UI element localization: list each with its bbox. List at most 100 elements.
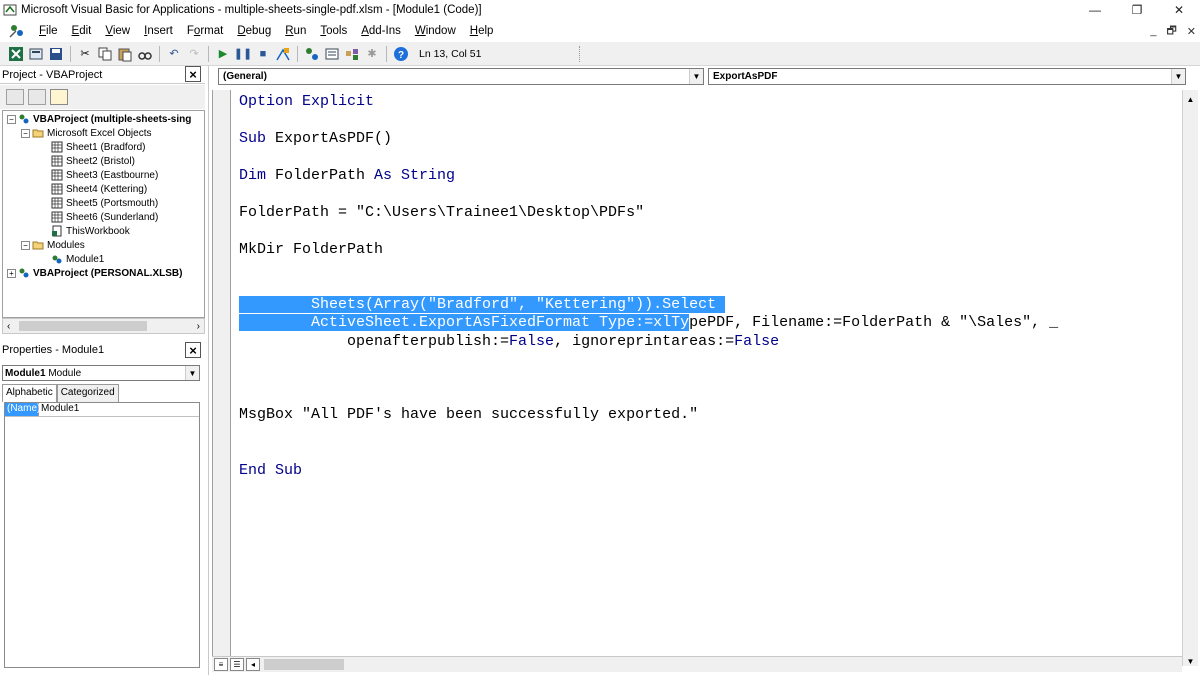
object-browser-icon[interactable] bbox=[344, 46, 360, 62]
child-minimize-button[interactable]: _ bbox=[1150, 25, 1156, 37]
tree-item-excel-objects[interactable]: − Microsoft Excel Objects bbox=[21, 126, 151, 140]
sheet-icon bbox=[51, 183, 63, 195]
standard-toolbar: ✂ ↶ ↷ ▶ ❚❚ ■ ✱ ? Ln 13, Col 51 bbox=[0, 42, 1200, 66]
collapse-icon[interactable]: − bbox=[21, 128, 30, 138]
minimize-button[interactable]: — bbox=[1074, 0, 1116, 20]
scroll-left-icon[interactable]: ◂ bbox=[246, 658, 260, 671]
redo-icon[interactable]: ↷ bbox=[186, 46, 202, 62]
menu-debug[interactable]: Debug bbox=[230, 25, 278, 37]
tree-item-sheet2[interactable]: Sheet2 (Bristol) bbox=[51, 154, 135, 168]
tree-item-modules[interactable]: − Modules bbox=[21, 238, 85, 252]
toolbar-separator bbox=[159, 45, 160, 62]
excel-view-icon[interactable] bbox=[8, 46, 24, 62]
code-line[interactable]: FolderPath = "C:\Users\Trainee1\Desktop\… bbox=[239, 204, 644, 222]
code-window-combos: (General) ▼ ExportAsPDF ▼ bbox=[212, 68, 1200, 86]
code-editor[interactable]: Option Explicit Sub ExportAsPDF() Dim Fo… bbox=[230, 90, 1182, 656]
menu-edit[interactable]: Edit bbox=[65, 25, 99, 37]
insert-module-icon[interactable] bbox=[28, 46, 44, 62]
project-explorer-icon[interactable] bbox=[304, 46, 320, 62]
tree-item-thisworkbook[interactable]: ThisWorkbook bbox=[51, 224, 130, 238]
reset-icon[interactable]: ■ bbox=[255, 46, 271, 62]
break-icon[interactable]: ❚❚ bbox=[234, 46, 252, 62]
tab-categorized[interactable]: Categorized bbox=[56, 384, 119, 402]
restore-button[interactable]: ❐ bbox=[1116, 0, 1158, 20]
code-line-selected[interactable]: ActiveSheet.ExportAsFixedFormat Type:=xl… bbox=[239, 314, 1058, 332]
tree-item-sheet1[interactable]: Sheet1 (Bradford) bbox=[51, 140, 146, 154]
undo-icon[interactable]: ↶ bbox=[166, 46, 182, 62]
chevron-down-icon[interactable]: ▼ bbox=[689, 69, 703, 84]
menu-bar: File Edit View Insert Format Debug Run T… bbox=[0, 20, 1200, 42]
menu-run[interactable]: Run bbox=[278, 25, 313, 37]
save-icon[interactable] bbox=[48, 46, 64, 62]
design-mode-icon[interactable] bbox=[275, 46, 291, 62]
paste-icon[interactable] bbox=[117, 46, 133, 62]
tree-item-sheet6[interactable]: Sheet6 (Sunderland) bbox=[51, 210, 158, 224]
collapse-icon[interactable]: − bbox=[21, 240, 30, 250]
find-icon[interactable] bbox=[137, 46, 153, 62]
tree-item-sheet5[interactable]: Sheet5 (Portsmouth) bbox=[51, 196, 158, 210]
tree-item-personal-xlsb[interactable]: + VBAProject (PERSONAL.XLSB) bbox=[7, 266, 182, 280]
child-restore-button[interactable]: 🗗 bbox=[1166, 22, 1176, 41]
tree-item-sheet4[interactable]: Sheet4 (Kettering) bbox=[51, 182, 147, 196]
code-hscrollbar[interactable]: ≡ ☰ ◂ bbox=[212, 656, 1182, 672]
scroll-thumb[interactable] bbox=[264, 659, 344, 670]
menu-file[interactable]: File bbox=[32, 25, 65, 37]
scroll-thumb[interactable] bbox=[19, 321, 147, 331]
code-vscrollbar[interactable]: ▲ ▼ bbox=[1182, 90, 1198, 666]
properties-window-icon[interactable] bbox=[324, 46, 340, 62]
toolbar-separator bbox=[297, 45, 298, 62]
procedure-select[interactable]: ExportAsPDF ▼ bbox=[708, 68, 1186, 85]
code-line[interactable]: MsgBox "All PDF's have been successfully… bbox=[239, 406, 698, 424]
code-line[interactable]: openafterpublish:=False, ignoreprintarea… bbox=[239, 333, 779, 351]
view-object-icon[interactable] bbox=[28, 89, 46, 105]
scroll-down-icon[interactable]: ▼ bbox=[1185, 656, 1196, 667]
menu-tools[interactable]: Tools bbox=[313, 25, 354, 37]
tree-item-sheet3[interactable]: Sheet3 (Eastbourne) bbox=[51, 168, 158, 182]
cursor-position: Ln 13, Col 51 bbox=[419, 47, 482, 60]
project-tree-hscrollbar[interactable]: ‹ › bbox=[2, 318, 205, 334]
tree-item-module1[interactable]: Module1 bbox=[51, 252, 104, 266]
code-line[interactable]: MkDir FolderPath bbox=[239, 241, 383, 259]
toolbox-icon[interactable]: ✱ bbox=[364, 46, 380, 62]
copy-icon[interactable] bbox=[97, 46, 113, 62]
toolbar-separator bbox=[386, 45, 387, 62]
child-close-button[interactable]: ✕ bbox=[1187, 25, 1196, 38]
toolbar-grip[interactable] bbox=[579, 45, 585, 62]
tab-alphabetic[interactable]: Alphabetic bbox=[2, 384, 57, 402]
close-window-button[interactable]: ✕ bbox=[1158, 0, 1200, 20]
tree-item-vbaproject[interactable]: − VBAProject (multiple-sheets-sing bbox=[7, 112, 191, 126]
expand-icon[interactable]: + bbox=[7, 268, 16, 278]
chevron-down-icon[interactable]: ▼ bbox=[185, 366, 199, 380]
close-project-panel-button[interactable]: × bbox=[185, 66, 201, 82]
property-value[interactable]: Module1 bbox=[39, 403, 79, 416]
chevron-down-icon[interactable]: ▼ bbox=[1171, 69, 1185, 84]
code-line-selected[interactable]: Sheets(Array("Bradford", "Kettering")).S… bbox=[239, 296, 726, 314]
code-line[interactable]: Dim FolderPath As String bbox=[239, 167, 455, 185]
code-margin-indicator-bar[interactable] bbox=[212, 90, 230, 656]
menu-insert[interactable]: Insert bbox=[137, 25, 180, 37]
cut-icon[interactable]: ✂ bbox=[77, 46, 93, 62]
code-line[interactable]: Option Explicit bbox=[239, 93, 374, 111]
scroll-right-icon[interactable]: › bbox=[197, 321, 200, 332]
code-line[interactable]: End Sub bbox=[239, 462, 302, 480]
properties-object-select[interactable]: Module1 Module ▼ bbox=[2, 365, 200, 381]
menu-format[interactable]: Format bbox=[180, 25, 230, 37]
run-icon[interactable]: ▶ bbox=[215, 46, 231, 62]
collapse-icon[interactable]: − bbox=[7, 114, 16, 124]
menu-help[interactable]: Help bbox=[463, 25, 501, 37]
panel-splitter[interactable] bbox=[208, 66, 209, 675]
menu-add-ins[interactable]: Add-Ins bbox=[354, 25, 408, 37]
scroll-left-icon[interactable]: ‹ bbox=[7, 321, 10, 332]
menu-view[interactable]: View bbox=[98, 25, 137, 37]
toggle-folders-icon[interactable] bbox=[50, 89, 68, 105]
property-row[interactable]: (Name) Module1 bbox=[5, 403, 199, 417]
view-code-icon[interactable] bbox=[6, 89, 24, 105]
close-properties-panel-button[interactable]: × bbox=[185, 342, 201, 358]
code-line[interactable]: Sub ExportAsPDF() bbox=[239, 130, 392, 148]
procedure-view-icon[interactable]: ≡ bbox=[214, 658, 228, 671]
full-module-view-icon[interactable]: ☰ bbox=[230, 658, 244, 671]
menu-window[interactable]: Window bbox=[408, 25, 463, 37]
help-icon[interactable]: ? bbox=[393, 46, 409, 62]
object-select[interactable]: (General) ▼ bbox=[218, 68, 704, 85]
scroll-up-icon[interactable]: ▲ bbox=[1185, 94, 1196, 105]
